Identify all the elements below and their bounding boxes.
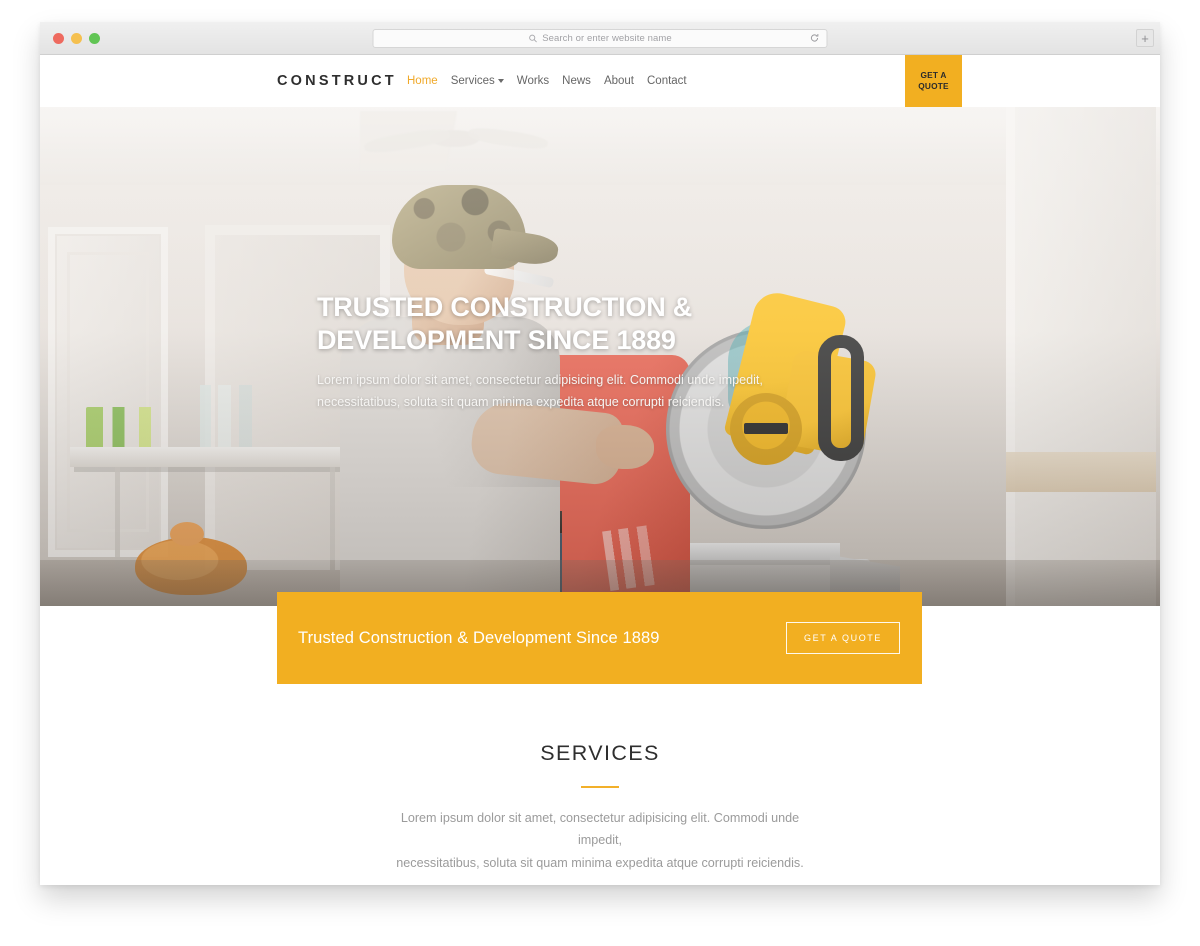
header-get-a-quote-button[interactable]: GET A QUOTE: [905, 55, 962, 107]
nav-item-contact[interactable]: Contact: [647, 75, 687, 87]
chevron-down-icon: [497, 79, 504, 83]
hero-title: TRUSTED CONSTRUCTION & DEVELOPMENT SINCE…: [317, 291, 837, 358]
nav-item-home-label: Home: [407, 75, 438, 87]
hero-copy: TRUSTED CONSTRUCTION & DEVELOPMENT SINCE…: [317, 291, 837, 413]
main-navigation: Home Services Works News About Contact: [407, 75, 687, 87]
cta-banner: Trusted Construction & Development Since…: [277, 592, 922, 684]
site-header: CONSTRUCT Home Services Works News About: [40, 55, 1160, 107]
nav-item-contact-label: Contact: [647, 75, 687, 87]
hero-section: TRUSTED CONSTRUCTION & DEVELOPMENT SINCE…: [40, 107, 1160, 606]
cta-get-a-quote-button[interactable]: GET A QUOTE: [786, 622, 900, 654]
hero-title-line-1: TRUSTED CONSTRUCTION &: [317, 292, 693, 322]
nav-item-works[interactable]: Works: [517, 75, 549, 87]
nav-item-about-label: About: [603, 75, 634, 87]
nav-item-news-label: News: [562, 75, 591, 87]
website-viewport: CONSTRUCT Home Services Works News About: [40, 55, 1160, 885]
reload-icon[interactable]: [810, 33, 820, 43]
cta-banner-text: Trusted Construction & Development Since…: [298, 628, 660, 647]
site-logo[interactable]: CONSTRUCT: [277, 73, 397, 89]
nav-item-about[interactable]: About: [604, 75, 634, 87]
close-window-button[interactable]: [53, 32, 64, 44]
browser-chrome-bar: Search or enter website name +: [40, 22, 1160, 55]
services-description: Lorem ipsum dolor sit amet, consectetur …: [385, 807, 815, 874]
hero-subtitle-line-2: necessitatibus, soluta sit quam minima e…: [317, 394, 725, 409]
nav-item-home[interactable]: Home: [407, 75, 438, 87]
address-bar-placeholder: Search or enter website name: [542, 32, 672, 44]
hero-subtitle-line-1: Lorem ipsum dolor sit amet, consectetur …: [317, 372, 763, 387]
nav-item-works-label: Works: [516, 75, 550, 87]
services-description-line-2: necessitatibus, soluta sit quam minima e…: [396, 855, 804, 870]
address-bar[interactable]: Search or enter website name: [372, 28, 828, 48]
header-quote-line-2: QUOTE: [918, 81, 949, 91]
window-controls: [53, 32, 100, 44]
services-section: SERVICES Lorem ipsum dolor sit amet, con…: [40, 684, 1160, 885]
services-title-divider: [581, 786, 619, 788]
nav-item-news[interactable]: News: [562, 75, 591, 87]
services-title: SERVICES: [540, 741, 660, 765]
hero-subtitle: Lorem ipsum dolor sit amet, consectetur …: [317, 370, 837, 413]
search-icon: [528, 34, 537, 42]
nav-item-services-label: Services: [450, 75, 495, 87]
new-tab-button[interactable]: +: [1136, 29, 1154, 47]
browser-window: Search or enter website name + CONSTRUCT…: [40, 22, 1160, 885]
minimize-window-button[interactable]: [71, 32, 82, 44]
hero-title-line-2: DEVELOPMENT SINCE 1889: [317, 325, 676, 356]
services-description-line-1: Lorem ipsum dolor sit amet, consectetur …: [400, 811, 800, 848]
header-quote-line-1: GET A: [920, 70, 947, 81]
maximize-window-button[interactable]: [89, 32, 100, 44]
nav-item-services[interactable]: Services: [451, 75, 504, 87]
